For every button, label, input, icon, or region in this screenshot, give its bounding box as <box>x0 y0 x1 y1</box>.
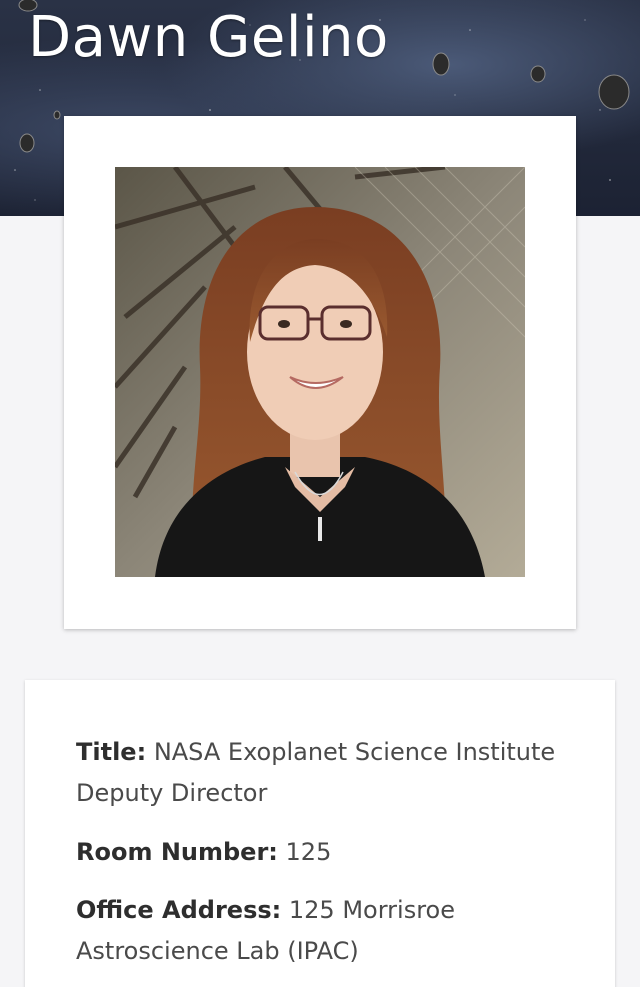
profile-page: Dawn Gelino Title: NASA Exoplanet Scienc… <box>0 0 640 987</box>
portrait-photo <box>115 167 525 577</box>
title-label: Title: <box>76 738 147 766</box>
contact-details-card: Title: NASA Exoplanet Science Institute … <box>25 680 615 987</box>
title-value: NASA Exoplanet Science Institute Deputy … <box>76 738 556 807</box>
title-line: Title: NASA Exoplanet Science Institute … <box>76 732 596 814</box>
room-label: Room Number: <box>76 838 278 866</box>
office-line: Office Address: 125 Morrisroe Astroscien… <box>76 890 596 972</box>
room-value: 125 <box>285 838 332 866</box>
office-label: Office Address: <box>76 896 282 924</box>
room-line: Room Number: 125 <box>76 832 596 873</box>
portrait-frame <box>64 116 576 629</box>
profile-name: Dawn Gelino <box>28 5 389 70</box>
